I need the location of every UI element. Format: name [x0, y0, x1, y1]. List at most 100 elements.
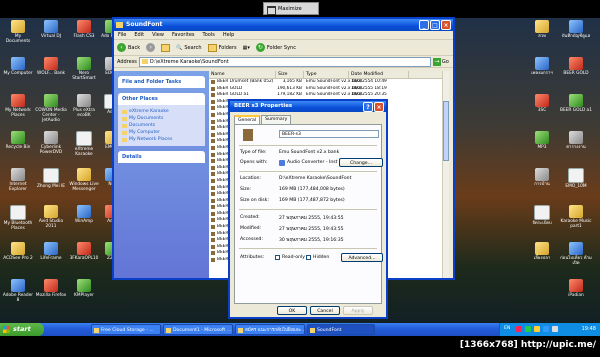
desktop-shortcut[interactable]: ก่อนไปเที่ยว ห้ามเปิด — [560, 242, 592, 266]
ok-button[interactable]: OK — [277, 306, 307, 315]
views-button[interactable]: ▦▾ — [243, 45, 250, 51]
folder-sync-button[interactable]: ↻ Folder Sync — [255, 43, 296, 52]
back-button[interactable]: ‹ Back — [117, 43, 140, 52]
search-button[interactable]: 🔍 Search — [176, 45, 201, 51]
desktop-shortcut[interactable]: COWON Media Center - JetAudio — [35, 94, 67, 123]
other-place-link[interactable]: My Network Places — [122, 136, 201, 143]
desktop-shortcut[interactable]: ACDSee Pro 2 — [2, 242, 34, 261]
taskbar-item-cloud[interactable]: Free Cloud Storage - ... — [91, 324, 161, 335]
menu-item-tools[interactable]: Tools — [203, 31, 215, 39]
clock[interactable]: 19:48 — [582, 323, 596, 336]
file-name: BEER GOLD a1 — [209, 92, 276, 99]
close-button[interactable]: × — [441, 20, 451, 30]
taskbar-item-browser[interactable]: สมัคร แนะการกลับไปผิงและ... — [235, 324, 305, 335]
details-header[interactable]: Details — [118, 151, 205, 163]
change-button[interactable]: Change... — [339, 158, 383, 167]
table-row[interactable]: BEER GOLD 190,613 KB Emu SoundFont v2.x ba… — [209, 86, 449, 93]
desktop-shortcut[interactable]: 3SC — [526, 94, 558, 113]
desktop-shortcut[interactable]: เลี้ยงปลา — [526, 242, 558, 261]
desktop-shortcut[interactable]: Mozilla Firefox — [35, 279, 67, 298]
col-type[interactable]: Type — [304, 71, 349, 78]
go-button[interactable]: → Go — [432, 57, 449, 66]
maximize-window-button[interactable]: □ — [430, 20, 440, 30]
minimize-button[interactable]: _ — [419, 20, 429, 30]
desktop-shortcut[interactable]: BEER GOLD a1 — [560, 94, 592, 113]
taskbar-item-word[interactable]: Document1 - Microsoft ... — [163, 324, 233, 335]
desktop-shortcut[interactable]: Virtual DJ — [35, 20, 67, 39]
menu-item-view[interactable]: View — [152, 31, 164, 39]
desktop-shortcut[interactable]: Karaoke Music part1 — [560, 205, 592, 229]
desktop-shortcut[interactable]: BEER GOLD — [560, 57, 592, 76]
col-date[interactable]: Date Modified — [349, 71, 409, 78]
explorer-titlebar[interactable]: SoundFont _ □ × — [114, 19, 453, 31]
taskbar-item-soundfont[interactable]: SoundFont — [307, 324, 375, 335]
desktop-shortcut[interactable]: KMPlayer — [68, 279, 100, 298]
other-place-link[interactable]: Documents — [122, 122, 201, 129]
file-folder-tasks-header[interactable]: File and Folder Tasks — [118, 76, 205, 88]
desktop-shortcut[interactable]: LifeFrame — [35, 242, 67, 261]
menu-item-help[interactable]: Help — [223, 31, 234, 39]
desktop-shortcut[interactable]: เพลงมกราฯ — [526, 57, 558, 76]
table-row[interactable]: BEER GOLD a1 179,182 KB Emu SoundFont v2.x… — [209, 92, 449, 99]
tab-summary[interactable]: Summary — [261, 115, 292, 124]
desktop-shortcut[interactable]: Zhong Mei IE — [35, 168, 67, 189]
properties-titlebar[interactable]: BEER s3 Properties ? × — [230, 101, 386, 112]
desktop-shortcut[interactable]: My Documents — [2, 20, 34, 44]
search-icon: 🔍 — [176, 44, 183, 51]
desktop-shortcut[interactable]: My Network Places — [2, 94, 34, 118]
other-places-header[interactable]: Other Places — [118, 93, 205, 105]
tray-app-icon[interactable] — [516, 326, 522, 332]
col-name[interactable]: Name — [209, 71, 276, 78]
vertical-scrollbar[interactable] — [442, 71, 449, 278]
desktop-shortcut[interactable]: iPadian — [560, 279, 592, 298]
desktop-shortcut[interactable]: ตารางงาน — [560, 131, 592, 150]
other-place-link[interactable]: My Computer — [122, 129, 201, 136]
menu-item-edit[interactable]: Edit — [134, 31, 144, 39]
menu-item-file[interactable]: File — [118, 31, 126, 39]
col-size[interactable]: Size — [276, 71, 304, 78]
address-input[interactable]: D:\eXtreme Karaoke\SoundFont — [138, 56, 431, 67]
desktop-shortcut[interactable]: สวท — [526, 20, 558, 39]
desktop-shortcut[interactable]: การบ้าน — [526, 168, 558, 187]
folders-button[interactable]: Folders — [207, 43, 237, 52]
shortcut-icon — [44, 131, 58, 144]
desktop-shortcut[interactable]: EMO_10M — [560, 168, 592, 189]
other-place-link[interactable]: eXtreme Karaoke — [122, 108, 201, 115]
language-indicator[interactable]: EN — [504, 326, 510, 331]
cancel-button[interactable]: Cancel — [310, 306, 340, 315]
desktop-shortcut[interactable]: WOLF... Bank — [35, 57, 67, 76]
hidden-checkbox[interactable] — [306, 255, 311, 260]
tab-general[interactable]: General — [234, 115, 261, 124]
other-place-link[interactable]: My Documents — [122, 115, 201, 122]
properties-dialog[interactable]: BEER s3 Properties ? × General Summary B… — [228, 99, 388, 319]
file-name: BEER GOLD — [209, 86, 276, 93]
start-button[interactable]: start — [0, 323, 44, 336]
up-button[interactable] — [161, 43, 171, 52]
desktop-shortcut[interactable]: Recycle Bin — [2, 131, 34, 150]
desktop-shortcut[interactable]: MP3 — [526, 131, 558, 150]
apply-button[interactable]: Apply — [343, 306, 373, 315]
table-row[interactable]: BEER Drumset (Bank 052) 3,165 KB Emu Sound… — [209, 79, 449, 86]
file-type: Emu SoundFont v2.x bank — [306, 85, 363, 91]
advanced-button[interactable]: Advanced... — [341, 253, 383, 262]
tray-network-icon[interactable] — [525, 326, 531, 332]
desktop-shortcut[interactable]: Adobe Reader 8 — [2, 279, 34, 303]
desktop-shortcut[interactable]: จัดระเบียบ — [526, 205, 558, 226]
readonly-checkbox[interactable] — [275, 255, 280, 260]
desktop-shortcut[interactable]: My Bluetooth Places — [2, 205, 34, 231]
tray-security-icon[interactable] — [552, 326, 558, 332]
dialog-close-button[interactable]: × — [374, 102, 384, 112]
scroll-thumb[interactable] — [443, 101, 449, 161]
desktop-shortcut[interactable]: Avid Studio 2011 — [35, 205, 67, 229]
forward-button[interactable]: › — [146, 43, 156, 52]
desktop-shortcut[interactable]: Cyberlink PowerDVD — [35, 131, 67, 155]
desktop-shortcut[interactable]: Internet Explorer — [2, 168, 34, 192]
help-button[interactable]: ? — [363, 102, 373, 112]
menu-item-favorites[interactable]: Favorites — [172, 31, 195, 39]
desktop-shortcut[interactable]: My Computer — [2, 57, 34, 76]
tray-volume-icon[interactable] — [534, 326, 540, 332]
desktop-shortcut[interactable]: บันทึกบัญชีดูแล — [560, 20, 592, 39]
maximize-button[interactable]: Maximize — [263, 2, 319, 15]
file-name-input[interactable]: BEER-s3 — [279, 130, 379, 138]
tray-bluetooth-icon[interactable] — [543, 326, 549, 332]
